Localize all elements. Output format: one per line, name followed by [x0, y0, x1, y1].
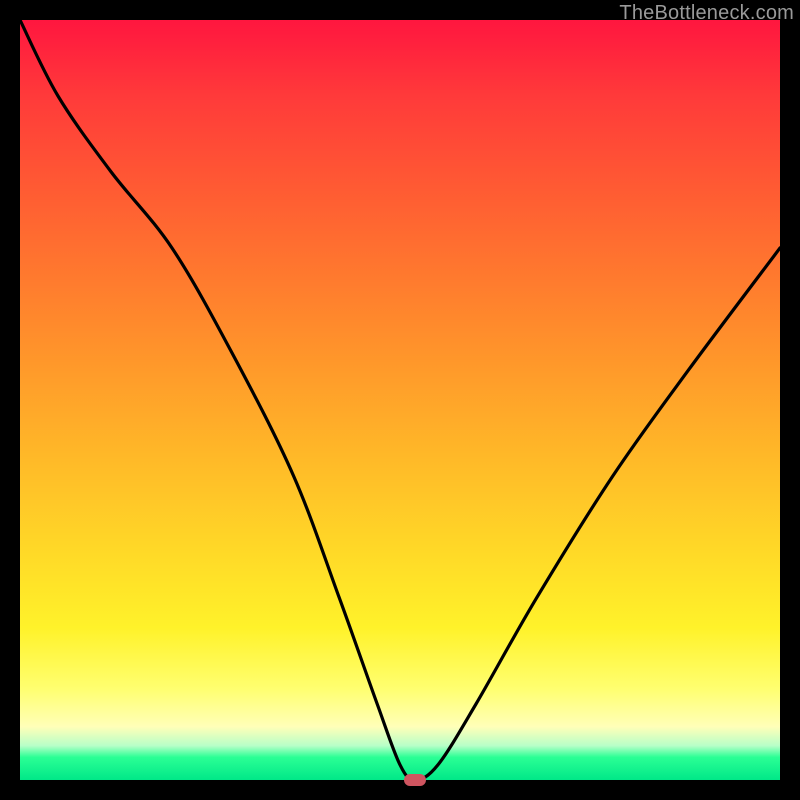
- chart-frame: [20, 20, 780, 780]
- plot-area: [20, 20, 780, 780]
- minimum-marker: [404, 774, 426, 786]
- bottleneck-curve: [20, 20, 780, 780]
